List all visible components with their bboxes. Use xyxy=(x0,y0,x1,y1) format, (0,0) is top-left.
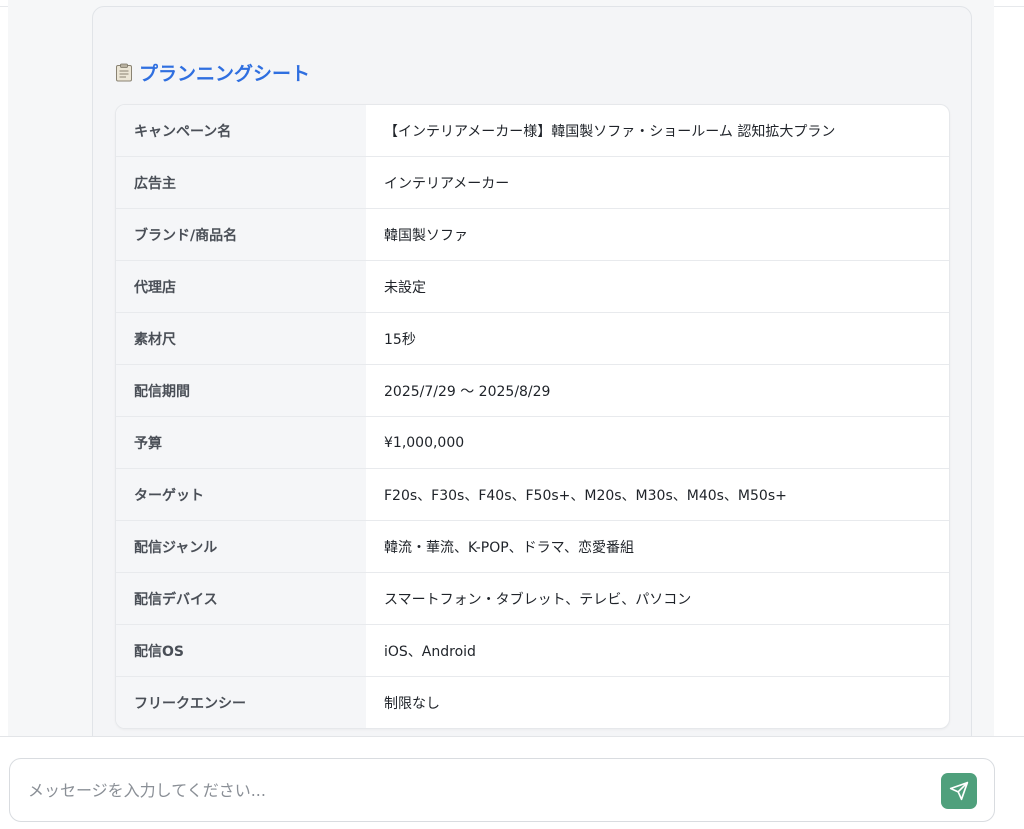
row-label: 予算 xyxy=(116,417,366,468)
row-value: スマートフォン・タブレット、テレビ、パソコン xyxy=(384,591,692,608)
row-label: フリークエンシー xyxy=(116,677,366,728)
row-value: 【インテリアメーカー様】韓国製ソファ・ショールーム 認知拡大プラン xyxy=(384,123,836,140)
chat-page: プランニングシート キャンペーン名 【インテリアメーカー様】韓国製ソファ・ショール… xyxy=(0,0,1024,829)
clipboard-icon xyxy=(116,63,132,82)
table-row: 配信期間 2025/7/29 〜 2025/8/29 xyxy=(116,364,949,416)
table-row: 素材尺 15秒 xyxy=(116,312,949,364)
table-row: ブランド/商品名 韓国製ソファ xyxy=(116,208,949,260)
row-value: 韓国製ソファ xyxy=(384,227,468,244)
table-row: 予算 ¥1,000,000 xyxy=(116,416,949,468)
planning-sheet-heading: プランニングシート xyxy=(115,59,310,86)
row-value: 15秒 xyxy=(384,331,416,348)
row-value: ¥1,000,000 xyxy=(384,434,465,451)
row-label: キャンペーン名 xyxy=(116,105,366,156)
row-label: 配信ジャンル xyxy=(116,521,366,572)
table-row: キャンペーン名 【インテリアメーカー様】韓国製ソファ・ショールーム 認知拡大プラン xyxy=(116,105,949,156)
row-value: 未設定 xyxy=(384,279,426,296)
table-row: 配信デバイス スマートフォン・タブレット、テレビ、パソコン xyxy=(116,572,949,624)
table-row: 配信OS iOS、Android xyxy=(116,624,949,676)
chat-message-area[interactable]: プランニングシート キャンペーン名 【インテリアメーカー様】韓国製ソファ・ショール… xyxy=(8,0,994,736)
table-row: ターゲット F20s、F30s、F40s、F50s+、M20s、M30s、M40s… xyxy=(116,468,949,520)
row-value: インテリアメーカー xyxy=(384,175,510,192)
row-label: ターゲット xyxy=(116,469,366,520)
row-value: F20s、F30s、F40s、F50s+、M20s、M30s、M40s、M50s… xyxy=(384,487,787,504)
row-label: 広告主 xyxy=(116,157,366,208)
message-input[interactable] xyxy=(28,781,888,800)
message-composer xyxy=(9,758,995,822)
row-label: 配信デバイス xyxy=(116,573,366,624)
row-value: 韓流・華流、K-POP、ドラマ、恋愛番組 xyxy=(384,539,634,556)
send-button[interactable] xyxy=(941,773,977,809)
composer-divider xyxy=(0,736,1024,737)
row-label: ブランド/商品名 xyxy=(116,209,366,260)
table-row: フリークエンシー 制限なし xyxy=(116,676,949,728)
row-label: 配信OS xyxy=(116,625,366,676)
planning-sheet-title: プランニングシート xyxy=(139,63,311,85)
row-value: 2025/7/29 〜 2025/8/29 xyxy=(384,383,551,400)
table-row: 代理店 未設定 xyxy=(116,260,949,312)
row-label: 代理店 xyxy=(116,261,366,312)
planning-sheet-card: プランニングシート キャンペーン名 【インテリアメーカー様】韓国製ソファ・ショール… xyxy=(92,6,972,736)
send-icon xyxy=(949,781,969,801)
table-row: 配信ジャンル 韓流・華流、K-POP、ドラマ、恋愛番組 xyxy=(116,520,949,572)
row-label: 配信期間 xyxy=(116,365,366,416)
row-value: 制限なし xyxy=(384,695,440,712)
row-label: 素材尺 xyxy=(116,313,366,364)
planning-sheet-table: キャンペーン名 【インテリアメーカー様】韓国製ソファ・ショールーム 認知拡大プラン… xyxy=(115,104,950,729)
table-row: 広告主 インテリアメーカー xyxy=(116,156,949,208)
row-value: iOS、Android xyxy=(384,643,476,660)
